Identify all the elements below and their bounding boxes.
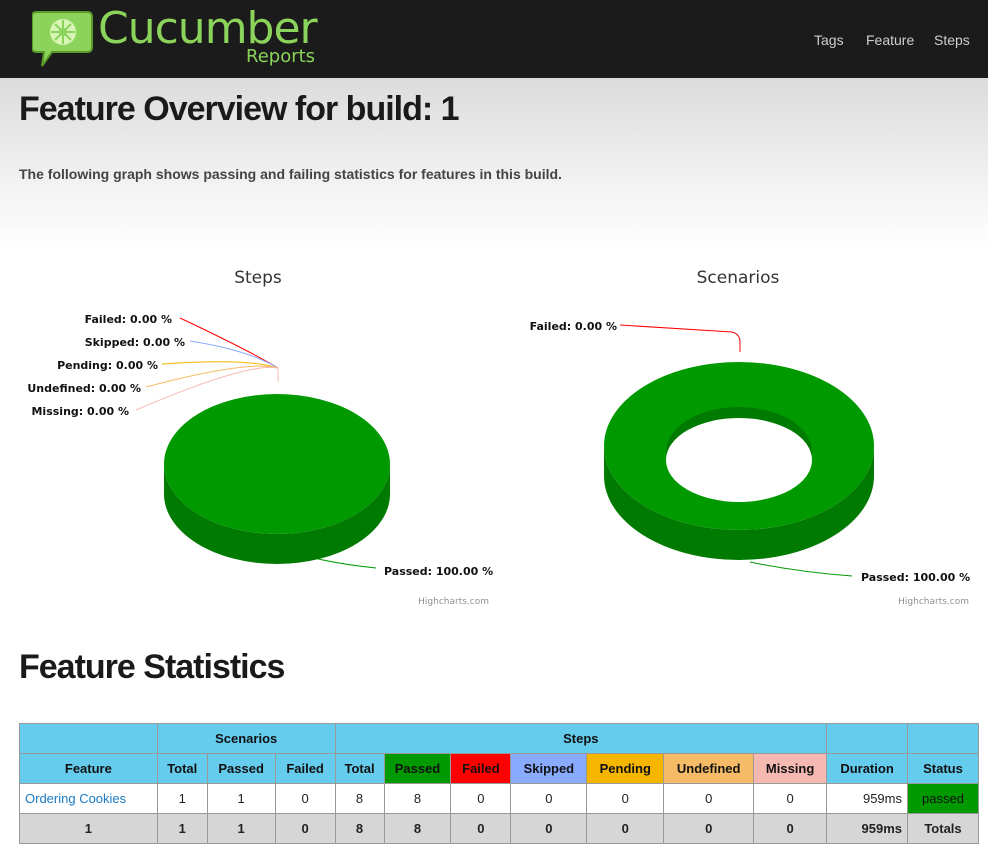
cucumber-speech-bubble-icon <box>32 11 93 67</box>
scenarios-chart-title: Scenarios <box>697 268 780 288</box>
col-scenarios-passed[interactable]: Passed <box>206 753 276 784</box>
table-row: Ordering Cookies 1 1 0 8 8 0 0 0 0 0 959… <box>19 783 979 814</box>
header-group-steps: Steps <box>334 723 828 754</box>
col-steps-total[interactable]: Total <box>334 753 385 784</box>
col-steps-failed[interactable]: Failed <box>450 753 512 784</box>
steps-chart-credit[interactable]: Highcharts.com <box>418 597 489 607</box>
table-totals-row: 1 1 1 0 8 8 0 0 0 0 0 959ms Totals <box>19 813 979 844</box>
steps-pie-slice-passed[interactable] <box>164 394 390 534</box>
page-title: Feature Overview for build: 1 <box>19 90 460 128</box>
totals-label: Totals <box>907 813 979 844</box>
header-blank-feature <box>19 723 158 754</box>
totals-steps-passed: 8 <box>383 813 452 844</box>
nav-tags-link[interactable]: Tags <box>814 32 844 48</box>
totals-scenarios-passed: 1 <box>206 813 276 844</box>
totals-scenarios-failed: 0 <box>274 813 336 844</box>
feature-statistics-table: Scenarios Steps Feature Total Passed Fai… <box>19 723 979 844</box>
scenarios-donut-hole <box>666 418 812 502</box>
scenarios-label-passed: Passed: 100.00 % <box>861 571 970 584</box>
table-column-header-row: Feature Total Passed Failed Total Passed… <box>19 753 979 784</box>
cucumber-reports-logo[interactable]: Cucumber Reports <box>32 3 332 72</box>
scenarios-failed-connector <box>619 324 741 352</box>
cell-steps-failed: 0 <box>450 783 512 814</box>
header-group-scenarios: Scenarios <box>156 723 336 754</box>
feature-statistics-title: Feature Statistics <box>19 648 285 686</box>
col-scenarios-total[interactable]: Total <box>156 753 208 784</box>
scenarios-label-failed: Failed: 0.00 % <box>530 320 617 333</box>
nav-feature-link[interactable]: Feature <box>866 32 914 48</box>
table-group-header-row: Scenarios Steps <box>19 723 979 754</box>
cell-steps-skipped: 0 <box>510 783 588 814</box>
steps-chart-title: Steps <box>234 268 282 288</box>
steps-chart: Steps Failed: 0.00 % Skipped: 0.00 % Pen… <box>18 250 498 610</box>
totals-steps-missing: 0 <box>753 813 828 844</box>
totals-steps-failed: 0 <box>450 813 512 844</box>
steps-label-skipped: Skipped: 0.00 % <box>85 336 185 349</box>
totals-steps-total: 8 <box>334 813 385 844</box>
col-scenarios-failed[interactable]: Failed <box>274 753 336 784</box>
steps-label-failed: Failed: 0.00 % <box>85 313 172 326</box>
cell-duration: 959ms <box>826 783 908 814</box>
cell-steps-pending: 0 <box>586 783 665 814</box>
cell-steps-undefined: 0 <box>663 783 755 814</box>
col-steps-pending[interactable]: Pending <box>586 753 665 784</box>
steps-label-missing: Missing: 0.00 % <box>31 405 129 418</box>
top-navbar: Cucumber Reports Tags Feature Steps <box>0 0 988 78</box>
page-description: The following graph shows passing and fa… <box>19 166 562 182</box>
col-duration[interactable]: Duration <box>826 753 908 784</box>
steps-pending-connector <box>161 361 279 369</box>
totals-scenarios-total: 1 <box>156 813 208 844</box>
scenarios-chart-credit[interactable]: Highcharts.com <box>898 597 969 607</box>
col-status[interactable]: Status <box>907 753 979 784</box>
scenarios-passed-connector <box>749 561 853 577</box>
totals-duration: 959ms <box>826 813 908 844</box>
cell-steps-missing: 0 <box>753 783 828 814</box>
totals-steps-pending: 0 <box>586 813 665 844</box>
cell-scenarios-failed: 0 <box>274 783 336 814</box>
steps-label-passed: Passed: 100.00 % <box>384 565 493 578</box>
totals-steps-skipped: 0 <box>510 813 588 844</box>
feature-link-ordering-cookies[interactable]: Ordering Cookies <box>19 783 158 814</box>
steps-pie <box>164 394 390 564</box>
totals-steps-undefined: 0 <box>663 813 755 844</box>
col-steps-missing[interactable]: Missing <box>753 753 828 784</box>
header-blank-duration <box>826 723 908 754</box>
header-blank-status <box>907 723 979 754</box>
totals-feature-count: 1 <box>19 813 158 844</box>
scenarios-chart: Scenarios Failed: 0.00 % Passed: 100.00 … <box>498 250 978 610</box>
steps-label-undefined: Undefined: 0.00 % <box>27 382 141 395</box>
cell-steps-total: 8 <box>334 783 385 814</box>
status-badge: passed <box>907 783 979 814</box>
cell-scenarios-passed: 1 <box>206 783 276 814</box>
scenarios-donut <box>604 362 874 560</box>
col-steps-skipped[interactable]: Skipped <box>510 753 588 784</box>
cell-scenarios-total: 1 <box>156 783 208 814</box>
overview-hero: Feature Overview for build: 1 The follow… <box>0 78 988 248</box>
col-steps-undefined[interactable]: Undefined <box>663 753 755 784</box>
col-feature[interactable]: Feature <box>19 753 158 784</box>
steps-undefined-connector <box>145 365 279 388</box>
logo-subtitle: Reports <box>246 46 316 67</box>
steps-label-pending: Pending: 0.00 % <box>57 359 158 372</box>
cell-steps-passed: 8 <box>383 783 452 814</box>
steps-skipped-connector <box>189 340 279 369</box>
col-steps-passed[interactable]: Passed <box>383 753 452 784</box>
nav-steps-link[interactable]: Steps <box>934 32 970 48</box>
